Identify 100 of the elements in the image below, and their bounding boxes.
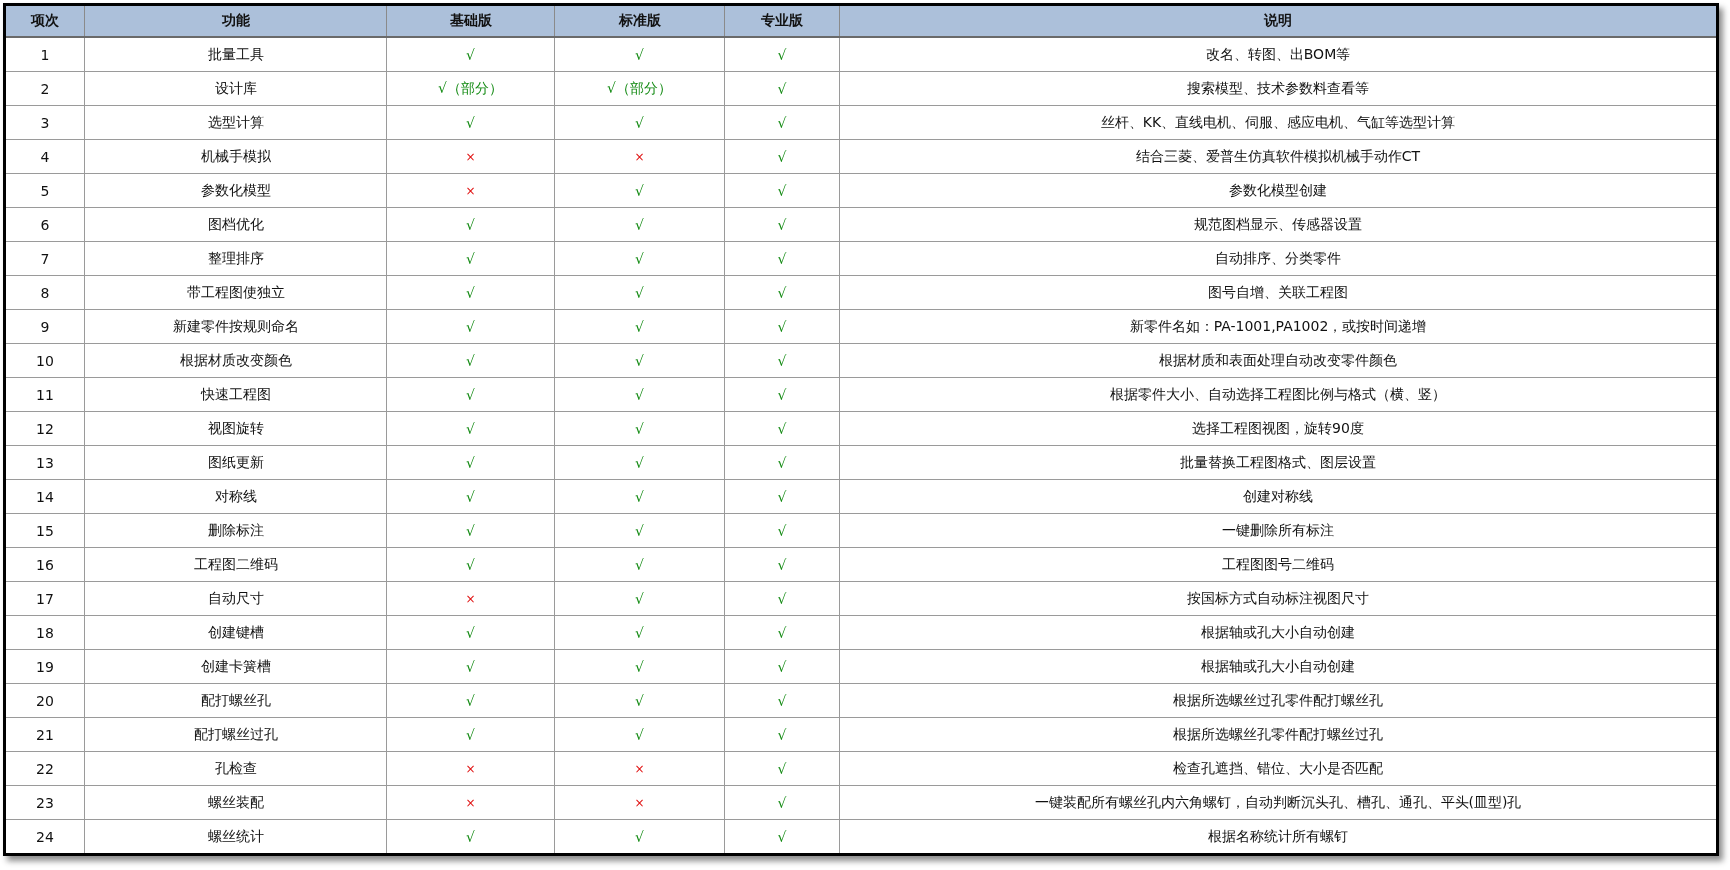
column-header: 说明 xyxy=(839,4,1718,37)
table-cell: √ xyxy=(724,105,840,140)
table-cell: √ xyxy=(386,615,555,650)
table-cell: 设计库 xyxy=(84,71,387,106)
table-cell: √ xyxy=(724,751,840,786)
table-cell: 新建零件按规则命名 xyxy=(84,309,387,344)
table-cell: √ xyxy=(554,343,725,378)
table-cell: 根据材质改变颜色 xyxy=(84,343,387,378)
table-cell: √ xyxy=(554,445,725,480)
table-cell: √ xyxy=(724,411,840,446)
table-cell: 螺丝装配 xyxy=(84,785,387,820)
table-cell: 孔检查 xyxy=(84,751,387,786)
table-cell: √ xyxy=(724,37,840,72)
table-cell: × xyxy=(554,751,725,786)
table-cell: 整理排序 xyxy=(84,241,387,276)
table-cell: 14 xyxy=(4,479,85,514)
table-cell: 9 xyxy=(4,309,85,344)
table-cell: √ xyxy=(724,207,840,242)
table-cell: √ xyxy=(724,139,840,174)
column-header: 专业版 xyxy=(724,4,840,37)
table-cell: √ xyxy=(554,547,725,582)
table-cell: √ xyxy=(554,581,725,616)
table-cell: √ xyxy=(554,649,725,684)
table-cell: √ xyxy=(724,683,840,718)
table-cell: 创建键槽 xyxy=(84,615,387,650)
table-cell: 2 xyxy=(4,71,85,106)
column-header: 功能 xyxy=(84,4,387,37)
table-cell: √ xyxy=(554,377,725,412)
table-cell: 批量工具 xyxy=(84,37,387,72)
table-cell: √ xyxy=(554,513,725,548)
table-cell: √ xyxy=(386,275,555,310)
column-header: 基础版 xyxy=(386,4,555,37)
table-cell: 自动尺寸 xyxy=(84,581,387,616)
table-cell: 22 xyxy=(4,751,85,786)
table-cell: √ xyxy=(386,513,555,548)
table-cell: 23 xyxy=(4,785,85,820)
table-cell: √ xyxy=(386,547,555,582)
table-cell: 20 xyxy=(4,683,85,718)
table-cell: 4 xyxy=(4,139,85,174)
table-cell: √ xyxy=(386,683,555,718)
table-cell: √ xyxy=(724,71,840,106)
table-cell: 选型计算 xyxy=(84,105,387,140)
table-cell: 配打螺丝孔 xyxy=(84,683,387,718)
table-cell: √ xyxy=(554,479,725,514)
table-cell: √ xyxy=(724,581,840,616)
table-cell: √ xyxy=(386,445,555,480)
table-cell: 7 xyxy=(4,241,85,276)
table-cell: 8 xyxy=(4,275,85,310)
table-cell: √（部分） xyxy=(554,71,725,106)
table-cell: × xyxy=(386,581,555,616)
table-cell: 17 xyxy=(4,581,85,616)
table-cell: √ xyxy=(386,207,555,242)
table-cell: 18 xyxy=(4,615,85,650)
table-cell: √ xyxy=(724,241,840,276)
table-cell: √ xyxy=(386,649,555,684)
table-cell: 图档优化 xyxy=(84,207,387,242)
table-cell: 13 xyxy=(4,445,85,480)
table-cell: 11 xyxy=(4,377,85,412)
table-cell: 6 xyxy=(4,207,85,242)
table-cell: × xyxy=(386,139,555,174)
table-cell: √ xyxy=(724,513,840,548)
table-cell: 带工程图使独立 xyxy=(84,275,387,310)
table-cell: √ xyxy=(724,615,840,650)
table-cell: √ xyxy=(554,207,725,242)
table-cell: 视图旋转 xyxy=(84,411,387,446)
table-cell: 图纸更新 xyxy=(84,445,387,480)
table-cell: 12 xyxy=(4,411,85,446)
table-cell: × xyxy=(386,173,555,208)
table-cell: × xyxy=(554,139,725,174)
table-cell: √ xyxy=(724,785,840,820)
table-cell: 参数化模型 xyxy=(84,173,387,208)
table-cell: √（部分） xyxy=(386,71,555,106)
table-cell: 10 xyxy=(4,343,85,378)
table-cell: √ xyxy=(724,479,840,514)
table-cell: √ xyxy=(386,717,555,752)
table-cell: √ xyxy=(386,377,555,412)
column-header: 项次 xyxy=(4,4,85,37)
table-cell: √ xyxy=(386,105,555,140)
table-cell: 5 xyxy=(4,173,85,208)
table-cell: √ xyxy=(554,37,725,72)
table-cell: √ xyxy=(724,649,840,684)
table-cell: √ xyxy=(724,275,840,310)
table-cell: √ xyxy=(554,309,725,344)
table-cell: √ xyxy=(386,479,555,514)
table-cell: √ xyxy=(724,717,840,752)
table-cell: √ xyxy=(724,377,840,412)
table-cell: × xyxy=(554,785,725,820)
table-cell: 工程图二维码 xyxy=(84,547,387,582)
table-cell: √ xyxy=(554,105,725,140)
table-cell: √ xyxy=(554,615,725,650)
table-cell: √ xyxy=(554,683,725,718)
table-cell: 对称线 xyxy=(84,479,387,514)
table-cell: 3 xyxy=(4,105,85,140)
table-cell: 快速工程图 xyxy=(84,377,387,412)
table-cell: √ xyxy=(386,37,555,72)
table-cell: 配打螺丝过孔 xyxy=(84,717,387,752)
table-cell: √ xyxy=(554,411,725,446)
table-cell: × xyxy=(386,751,555,786)
table-cell: 19 xyxy=(4,649,85,684)
table-cell: 创建卡簧槽 xyxy=(84,649,387,684)
